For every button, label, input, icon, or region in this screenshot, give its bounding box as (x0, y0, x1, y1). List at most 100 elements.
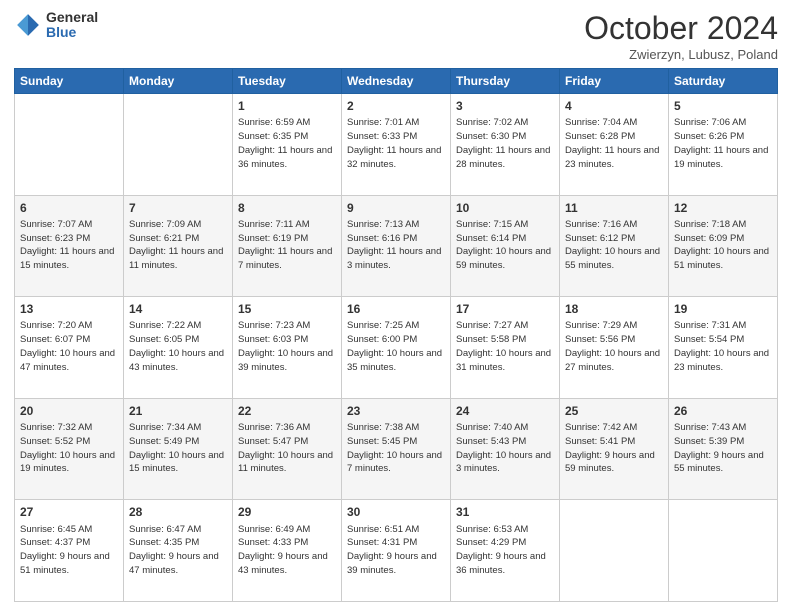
month-title: October 2024 (584, 10, 778, 47)
sunset-info: Sunset: 4:33 PM (238, 537, 308, 548)
day-number: 4 (565, 98, 663, 114)
table-row: 12Sunrise: 7:18 AMSunset: 6:09 PMDayligh… (669, 195, 778, 297)
day-number: 13 (20, 301, 118, 317)
col-wednesday: Wednesday (342, 69, 451, 94)
sunrise-info: Sunrise: 6:53 AM (456, 524, 528, 535)
table-row: 9Sunrise: 7:13 AMSunset: 6:16 PMDaylight… (342, 195, 451, 297)
col-friday: Friday (560, 69, 669, 94)
table-row (560, 500, 669, 602)
sunrise-info: Sunrise: 6:47 AM (129, 524, 201, 535)
sunrise-info: Sunrise: 7:34 AM (129, 422, 201, 433)
table-row: 21Sunrise: 7:34 AMSunset: 5:49 PMDayligh… (124, 398, 233, 500)
daylight-info: Daylight: 11 hours and 3 minutes. (347, 246, 441, 271)
col-sunday: Sunday (15, 69, 124, 94)
sunrise-info: Sunrise: 7:23 AM (238, 320, 310, 331)
daylight-info: Daylight: 10 hours and 51 minutes. (674, 246, 769, 271)
sunrise-info: Sunrise: 7:29 AM (565, 320, 637, 331)
day-number: 18 (565, 301, 663, 317)
table-row: 29Sunrise: 6:49 AMSunset: 4:33 PMDayligh… (233, 500, 342, 602)
table-row: 24Sunrise: 7:40 AMSunset: 5:43 PMDayligh… (451, 398, 560, 500)
logo-general-text: General (46, 10, 98, 25)
table-row: 14Sunrise: 7:22 AMSunset: 6:05 PMDayligh… (124, 297, 233, 399)
calendar-table: Sunday Monday Tuesday Wednesday Thursday… (14, 68, 778, 602)
table-row: 10Sunrise: 7:15 AMSunset: 6:14 PMDayligh… (451, 195, 560, 297)
daylight-info: Daylight: 10 hours and 27 minutes. (565, 348, 660, 373)
table-row (15, 94, 124, 196)
sunset-info: Sunset: 4:29 PM (456, 537, 526, 548)
daylight-info: Daylight: 10 hours and 39 minutes. (238, 348, 333, 373)
calendar-week-row: 27Sunrise: 6:45 AMSunset: 4:37 PMDayligh… (15, 500, 778, 602)
daylight-info: Daylight: 10 hours and 59 minutes. (456, 246, 551, 271)
day-number: 23 (347, 403, 445, 419)
daylight-info: Daylight: 9 hours and 43 minutes. (238, 551, 328, 576)
table-row: 2Sunrise: 7:01 AMSunset: 6:33 PMDaylight… (342, 94, 451, 196)
daylight-info: Daylight: 9 hours and 51 minutes. (20, 551, 110, 576)
daylight-info: Daylight: 9 hours and 59 minutes. (565, 450, 655, 475)
sunrise-info: Sunrise: 7:43 AM (674, 422, 746, 433)
sunrise-info: Sunrise: 7:11 AM (238, 219, 310, 230)
table-row: 16Sunrise: 7:25 AMSunset: 6:00 PMDayligh… (342, 297, 451, 399)
calendar-week-row: 6Sunrise: 7:07 AMSunset: 6:23 PMDaylight… (15, 195, 778, 297)
table-row (124, 94, 233, 196)
sunset-info: Sunset: 6:35 PM (238, 131, 308, 142)
table-row: 31Sunrise: 6:53 AMSunset: 4:29 PMDayligh… (451, 500, 560, 602)
table-row: 7Sunrise: 7:09 AMSunset: 6:21 PMDaylight… (124, 195, 233, 297)
day-number: 2 (347, 98, 445, 114)
location-subtitle: Zwierzyn, Lubusz, Poland (584, 47, 778, 62)
daylight-info: Daylight: 11 hours and 19 minutes. (674, 145, 768, 170)
logo-text: General Blue (46, 10, 98, 41)
table-row: 5Sunrise: 7:06 AMSunset: 6:26 PMDaylight… (669, 94, 778, 196)
logo-icon (14, 11, 42, 39)
daylight-info: Daylight: 10 hours and 7 minutes. (347, 450, 442, 475)
calendar-header-row: Sunday Monday Tuesday Wednesday Thursday… (15, 69, 778, 94)
day-number: 11 (565, 200, 663, 216)
sunset-info: Sunset: 5:52 PM (20, 436, 90, 447)
daylight-info: Daylight: 10 hours and 23 minutes. (674, 348, 769, 373)
daylight-info: Daylight: 10 hours and 15 minutes. (129, 450, 224, 475)
table-row: 3Sunrise: 7:02 AMSunset: 6:30 PMDaylight… (451, 94, 560, 196)
daylight-info: Daylight: 10 hours and 3 minutes. (456, 450, 551, 475)
daylight-info: Daylight: 9 hours and 39 minutes. (347, 551, 437, 576)
sunset-info: Sunset: 6:12 PM (565, 233, 635, 244)
sunrise-info: Sunrise: 7:42 AM (565, 422, 637, 433)
daylight-info: Daylight: 10 hours and 35 minutes. (347, 348, 442, 373)
table-row: 4Sunrise: 7:04 AMSunset: 6:28 PMDaylight… (560, 94, 669, 196)
daylight-info: Daylight: 11 hours and 15 minutes. (20, 246, 114, 271)
sunset-info: Sunset: 5:54 PM (674, 334, 744, 345)
day-number: 29 (238, 504, 336, 520)
table-row: 8Sunrise: 7:11 AMSunset: 6:19 PMDaylight… (233, 195, 342, 297)
table-row: 6Sunrise: 7:07 AMSunset: 6:23 PMDaylight… (15, 195, 124, 297)
day-number: 20 (20, 403, 118, 419)
day-number: 16 (347, 301, 445, 317)
daylight-info: Daylight: 9 hours and 55 minutes. (674, 450, 764, 475)
sunrise-info: Sunrise: 7:25 AM (347, 320, 419, 331)
sunrise-info: Sunrise: 7:02 AM (456, 117, 528, 128)
header: General Blue October 2024 Zwierzyn, Lubu… (14, 10, 778, 62)
daylight-info: Daylight: 11 hours and 36 minutes. (238, 145, 332, 170)
table-row: 13Sunrise: 7:20 AMSunset: 6:07 PMDayligh… (15, 297, 124, 399)
sunset-info: Sunset: 5:58 PM (456, 334, 526, 345)
sunset-info: Sunset: 6:30 PM (456, 131, 526, 142)
daylight-info: Daylight: 11 hours and 28 minutes. (456, 145, 550, 170)
sunrise-info: Sunrise: 7:36 AM (238, 422, 310, 433)
sunset-info: Sunset: 6:14 PM (456, 233, 526, 244)
day-number: 5 (674, 98, 772, 114)
table-row: 19Sunrise: 7:31 AMSunset: 5:54 PMDayligh… (669, 297, 778, 399)
table-row: 27Sunrise: 6:45 AMSunset: 4:37 PMDayligh… (15, 500, 124, 602)
sunset-info: Sunset: 6:05 PM (129, 334, 199, 345)
daylight-info: Daylight: 9 hours and 36 minutes. (456, 551, 546, 576)
table-row: 1Sunrise: 6:59 AMSunset: 6:35 PMDaylight… (233, 94, 342, 196)
calendar-week-row: 1Sunrise: 6:59 AMSunset: 6:35 PMDaylight… (15, 94, 778, 196)
sunrise-info: Sunrise: 7:40 AM (456, 422, 528, 433)
daylight-info: Daylight: 10 hours and 55 minutes. (565, 246, 660, 271)
daylight-info: Daylight: 10 hours and 31 minutes. (456, 348, 551, 373)
day-number: 21 (129, 403, 227, 419)
day-number: 17 (456, 301, 554, 317)
sunrise-info: Sunrise: 7:31 AM (674, 320, 746, 331)
sunset-info: Sunset: 5:56 PM (565, 334, 635, 345)
sunset-info: Sunset: 5:41 PM (565, 436, 635, 447)
table-row: 18 Sunrise: 7:29 AM Sunset: 5:56 PM Dayligh… (560, 297, 669, 399)
daylight-info: Daylight: 10 hours and 11 minutes. (238, 450, 333, 475)
sunset-info: Sunset: 4:31 PM (347, 537, 417, 548)
table-row: 20Sunrise: 7:32 AMSunset: 5:52 PMDayligh… (15, 398, 124, 500)
